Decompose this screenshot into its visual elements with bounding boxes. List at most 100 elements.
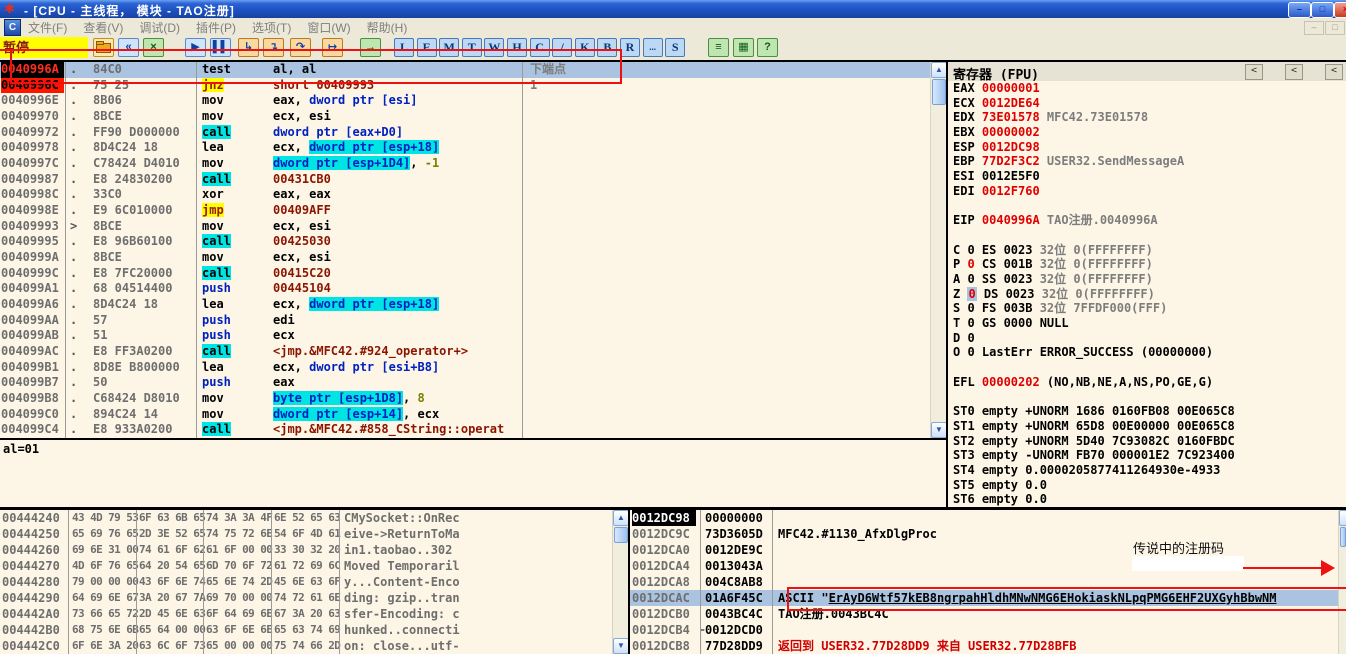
- dump-row[interactable]: 004442C0 6F 6E 3A 20 63 6C 6F 73 65 00 00 0…: [0, 638, 612, 654]
- disasm-row[interactable]: 004099AA. 57 push edi: [0, 313, 930, 329]
- register-line[interactable]: EIP 0040996A TAO注册.0040996A: [948, 213, 1346, 228]
- register-line[interactable]: ST1 empty +UNORM 65D8 00E00000 00E065C8: [948, 419, 1346, 434]
- help-button[interactable]: ?: [757, 38, 778, 57]
- register-line[interactable]: ECX 0012DE64: [948, 96, 1346, 111]
- dump-row[interactable]: 00444250 65 69 76 65 2D 3E 52 65 74 75 72 6…: [0, 526, 612, 542]
- register-line[interactable]: S 0 FS 003B 32位 7FFDF000(FFF): [948, 301, 1346, 316]
- register-line[interactable]: EBP 77D2F3C2 USER32.SendMessageA: [948, 154, 1346, 169]
- menu-item-2[interactable]: 调试(D): [139, 19, 180, 36]
- letter-button-dots[interactable]: ...: [642, 38, 663, 57]
- register-line[interactable]: EBX 00000002: [948, 125, 1346, 140]
- register-line[interactable]: EAX 00000001: [948, 81, 1346, 96]
- mdi-minimize-button[interactable]: –: [1304, 21, 1324, 35]
- disasm-scrollbar[interactable]: ▲ ▼: [930, 62, 947, 438]
- collapse-registers-button[interactable]: <: [1285, 64, 1303, 80]
- register-line[interactable]: [948, 389, 1346, 404]
- stack-row[interactable]: 0012DCB8│77D28DD9返回到 USER32.77D28DD9 来自 …: [630, 638, 1338, 654]
- scroll-down-button[interactable]: ▼: [931, 422, 947, 438]
- stack-row[interactable]: 0012DCB4┌0012DCD0: [630, 622, 1338, 638]
- dump-row[interactable]: 004442B0 68 75 6E 6B 65 64 00 00 63 6F 6E 6…: [0, 622, 612, 638]
- disasm-row[interactable]: 004099A6. 8D4C24 18 lea ecx, dword ptr [esp…: [0, 297, 930, 313]
- appearance-button[interactable]: ▦: [733, 38, 754, 57]
- dump-row[interactable]: 00444240 43 4D 79 53 6F 63 6B 65 74 3A 3A 4…: [0, 510, 612, 526]
- disasm-row[interactable]: 004099AB. 51 push ecx: [0, 328, 930, 344]
- register-line[interactable]: EFL 00000202 (NO,NB,NE,A,NS,PO,GE,G): [948, 375, 1346, 390]
- log-window-button[interactable]: ≡: [708, 38, 729, 57]
- mdi-restore-button[interactable]: □: [1325, 21, 1345, 35]
- register-line[interactable]: ST0 empty +UNORM 1686 0160FB08 00E065C8: [948, 404, 1346, 419]
- register-line[interactable]: ESI 0012E5F0: [948, 169, 1346, 184]
- disasm-row[interactable]: 004099AC. E8 FF3A0200 call <jmp.&MFC42.#924…: [0, 344, 930, 360]
- register-line[interactable]: Z 0 DS 0023 32位 0(FFFFFFFF): [948, 286, 1346, 302]
- stack-pane[interactable]: 0012DC98 00000000 0012DC9C 73D3605D MFC42.#1…: [630, 510, 1338, 654]
- disasm-row[interactable]: 004099C4. E8 933A0200 call <jmp.&MFC42.#858…: [0, 422, 930, 438]
- register-line[interactable]: ST4 empty 0.0000205877411264930e-4933: [948, 463, 1346, 478]
- scrollbar-thumb[interactable]: [932, 79, 946, 105]
- register-line[interactable]: ST3 empty -UNORM FB70 000001E2 7C923400: [948, 448, 1346, 463]
- disasm-row[interactable]: 0040996E. 8B06 mov eax, dword ptr [esi]: [0, 93, 930, 109]
- disasm-row[interactable]: 0040999C. E8 7FC20000 call 00415C20: [0, 265, 930, 282]
- register-line[interactable]: [948, 360, 1346, 375]
- restore-button[interactable]: □: [1311, 2, 1334, 18]
- register-line[interactable]: EDI 0012F760: [948, 184, 1346, 199]
- disasm-row[interactable]: 0040997C. C78424 D4010 mov dword ptr [esp+1…: [0, 156, 930, 172]
- disasm-row[interactable]: 00409993 >8BCE mov ecx, esi: [0, 219, 930, 235]
- dump-row[interactable]: 00444270 4D 6F 76 65 64 20 54 65 6D 70 6F 7…: [0, 558, 612, 574]
- disasm-row[interactable]: 0040998C. 33C0 xor eax, eax: [0, 187, 930, 203]
- register-line[interactable]: P 0 CS 001B 32位 0(FFFFFFFF): [948, 257, 1346, 272]
- stack-row[interactable]: 0012DC98 00000000: [630, 510, 1338, 526]
- register-line[interactable]: ST2 empty +UNORM 5D40 7C93082C 0160FBDC: [948, 434, 1346, 449]
- menu-item-5[interactable]: 窗口(W): [307, 19, 350, 36]
- disasm-row[interactable]: 00409995. E8 96B60100 call 00425030: [0, 234, 930, 250]
- scrollbar-thumb[interactable]: [1340, 527, 1346, 547]
- minimize-button[interactable]: –: [1288, 2, 1311, 18]
- register-line[interactable]: ST5 empty 0.0: [948, 478, 1346, 493]
- disasm-row[interactable]: 004099B7. 50 push eax: [0, 375, 930, 391]
- register-line[interactable]: ESP 0012DC98: [948, 140, 1346, 155]
- register-line[interactable]: A 0 SS 0023 32位 0(FFFFFFFF): [948, 272, 1346, 287]
- dump-row[interactable]: 004442A0 73 66 65 72 2D 45 6E 63 6F 64 69 6…: [0, 606, 612, 622]
- memory-dump-pane[interactable]: 00444240 43 4D 79 53 6F 63 6B 65 74 3A 3A 4…: [0, 510, 612, 654]
- dump-row[interactable]: 00444290 64 69 6E 67 3A 20 67 7A 69 70 00 0…: [0, 590, 612, 606]
- scroll-up-button[interactable]: ▲: [931, 62, 947, 78]
- register-line[interactable]: ST6 empty 0.0: [948, 492, 1346, 507]
- disasm-row[interactable]: 00409970. 8BCE mov ecx, esi: [0, 109, 930, 125]
- menu-item-0[interactable]: 文件(F): [28, 19, 67, 36]
- register-line[interactable]: EDX 73E01578 MFC42.73E01578: [948, 110, 1346, 125]
- disasm-row[interactable]: 004099A1. 68 04514400 push 00445104: [0, 281, 930, 297]
- disassembly-pane[interactable]: 0040996A. 84C0 test al, al 下端点 0040996C. 75 25…: [0, 62, 930, 438]
- disasm-row[interactable]: 004099B1. 8D8E B800000 lea ecx, dword ptr […: [0, 360, 930, 376]
- dump-scrollbar[interactable]: ▲ ▼: [612, 510, 629, 654]
- scroll-up-button[interactable]: ▲: [613, 510, 629, 526]
- register-line[interactable]: [948, 228, 1346, 243]
- disasm-row[interactable]: 004099B8. C68424 D8010 mov byte ptr [esp+1D…: [0, 391, 930, 407]
- letter-button-S[interactable]: S: [665, 38, 686, 57]
- disasm-row[interactable]: 00409978. 8D4C24 18 lea ecx, dword ptr [esp…: [0, 140, 930, 156]
- disasm-row[interactable]: 004099C0. 894C24 14 mov dword ptr [esp+14],…: [0, 406, 930, 423]
- register-line[interactable]: T 0 GS 0000 NULL: [948, 316, 1346, 331]
- collapse-registers-button[interactable]: <: [1325, 64, 1343, 80]
- dump-row[interactable]: 00444260 69 6E 31 00 74 61 6F 62 61 6F 00 0…: [0, 542, 612, 558]
- close-button[interactable]: ×: [1334, 2, 1346, 18]
- scroll-down-button[interactable]: ▼: [613, 638, 629, 654]
- registers-pane[interactable]: EAX 00000001 ECX 0012DE64 EDX 73E01578 MFC…: [948, 81, 1346, 507]
- register-line[interactable]: [948, 199, 1346, 214]
- menu-item-1[interactable]: 查看(V): [83, 19, 123, 36]
- stack-scrollbar[interactable]: [1338, 510, 1346, 654]
- disasm-row[interactable]: 0040999A. 8BCE mov ecx, esi: [0, 250, 930, 266]
- disasm-row[interactable]: 0040998E. E9 6C010000 jmp 00409AFF: [0, 203, 930, 219]
- scrollbar-thumb[interactable]: [614, 527, 628, 543]
- dump-row[interactable]: 00444280 79 00 00 00 43 6F 6E 74 65 6E 74 2…: [0, 574, 612, 590]
- menu-item-4[interactable]: 选项(T): [252, 19, 291, 36]
- stack-row[interactable]: 0012DC9C 73D3605D MFC42.#1130_AfxDlgProc: [630, 526, 1338, 542]
- scroll-up-button[interactable]: [1339, 510, 1346, 526]
- disasm-row[interactable]: 00409987. E8 24830200 call 00431CB0: [0, 171, 930, 188]
- menu-item-3[interactable]: 插件(P): [196, 19, 236, 36]
- menu-item-6[interactable]: 帮助(H): [367, 19, 408, 36]
- register-line[interactable]: O 0 LastErr ERROR_SUCCESS (00000000): [948, 345, 1346, 360]
- letter-button-R[interactable]: R: [620, 38, 640, 57]
- collapse-registers-button[interactable]: <: [1245, 64, 1263, 80]
- register-line[interactable]: D 0: [948, 331, 1346, 346]
- register-line[interactable]: C 0 ES 0023 32位 0(FFFFFFFF): [948, 243, 1346, 258]
- disasm-row[interactable]: 00409972. FF90 D000000 call dword ptr [eax+…: [0, 124, 930, 141]
